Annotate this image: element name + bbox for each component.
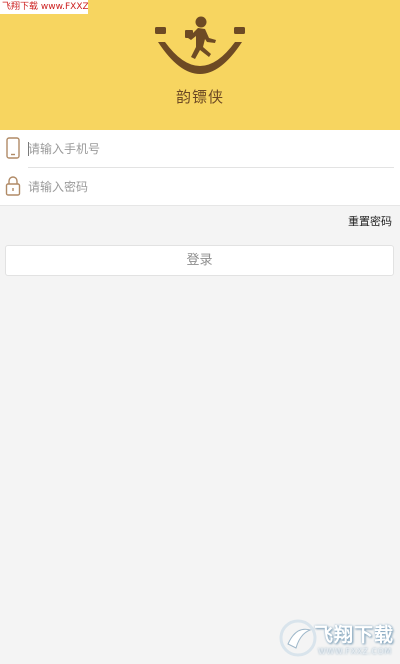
phone-icon [6, 137, 20, 159]
fxxz-logo-icon [279, 619, 317, 657]
watermark-badge: 飞翔下载 www.FXXZ.com [0, 0, 88, 14]
header: 飞翔下载 www.FXXZ.com 韵镖侠 [0, 0, 400, 130]
watermark-url: WWW.FXXZ.COM [318, 647, 392, 656]
login-button[interactable]: 登录 [5, 245, 394, 276]
password-field-row [0, 168, 400, 206]
watermark: 飞翔下载 WWW.FXXZ.COM [278, 618, 398, 662]
login-form [0, 130, 400, 206]
password-input[interactable] [28, 174, 388, 200]
phone-input[interactable] [28, 136, 388, 162]
phone-field-row [0, 130, 400, 168]
lock-icon [5, 176, 21, 196]
reset-password-link[interactable]: 重置密码 [348, 213, 392, 229]
text-caret [28, 142, 29, 156]
app-name: 韵镖侠 [175, 88, 224, 106]
smiley-runner-logo-icon [155, 16, 245, 74]
watermark-title: 飞翔下载 [314, 624, 395, 646]
